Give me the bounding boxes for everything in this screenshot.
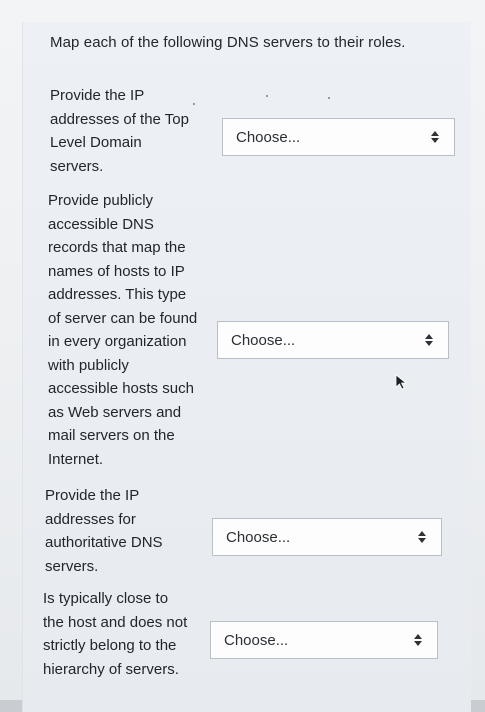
select-value: Choose... (224, 631, 289, 649)
prompt-line: strictly belong to the (43, 637, 177, 654)
screen-speck (266, 95, 268, 97)
role-prompt-1: Provide the IP addresses of the Top Leve… (50, 84, 189, 178)
prompt-line: with publicly (48, 356, 129, 374)
question-instruction: Map each of the following DNS servers to… (50, 34, 406, 51)
prompt-line: authoritative DNS (45, 534, 163, 551)
prompt-line: Is typically close to (43, 590, 169, 607)
role-select-2[interactable]: Choose... (217, 321, 449, 359)
role-select-1[interactable]: Choose... (222, 118, 455, 156)
prompt-line: as Web servers and (48, 403, 182, 421)
prompt-line: Level Domain (50, 134, 142, 151)
role-prompt-4: Is typically close to the host and does … (43, 587, 187, 681)
role-prompt-3: Provide the IP addresses for authoritati… (45, 484, 163, 578)
up-down-chevron-icon (424, 334, 434, 346)
photo-background: Map each of the following DNS servers to… (0, 0, 485, 712)
prompt-line: Provide publicly (48, 192, 154, 209)
prompt-line: hierarchy of servers. (43, 660, 179, 678)
mouse-pointer-icon (395, 374, 409, 395)
prompt-line: records that map the (48, 239, 186, 256)
prompt-line: servers. (45, 557, 99, 575)
prompt-line: addresses for (45, 510, 136, 528)
prompt-line: accessible hosts such (48, 380, 194, 397)
prompt-line: Provide the IP (45, 487, 140, 504)
prompt-line: Provide the IP (50, 87, 145, 104)
prompt-line: the host and does not (43, 613, 188, 631)
role-select-3[interactable]: Choose... (212, 518, 442, 556)
up-down-chevron-icon (417, 531, 427, 543)
prompt-line: names of hosts to IP (48, 262, 185, 280)
prompt-line: in every organization (48, 333, 187, 350)
select-value: Choose... (226, 528, 291, 546)
role-prompt-2: Provide publicly accessible DNS records … (48, 189, 197, 471)
prompt-line: of server can be found (48, 309, 198, 327)
select-value: Choose... (236, 128, 301, 146)
select-value: Choose... (231, 331, 296, 349)
prompt-line: mail servers on the (48, 427, 175, 444)
prompt-line: addresses of the Top (50, 110, 189, 128)
prompt-line: Internet. (48, 450, 104, 468)
prompt-line: servers. (50, 157, 104, 175)
prompt-line: accessible DNS (48, 215, 154, 233)
screen-speck (193, 103, 195, 105)
role-select-4[interactable]: Choose... (210, 621, 438, 659)
up-down-chevron-icon (430, 131, 440, 143)
prompt-line: addresses. This type (48, 286, 187, 303)
up-down-chevron-icon (413, 634, 423, 646)
screen-speck (328, 97, 330, 99)
